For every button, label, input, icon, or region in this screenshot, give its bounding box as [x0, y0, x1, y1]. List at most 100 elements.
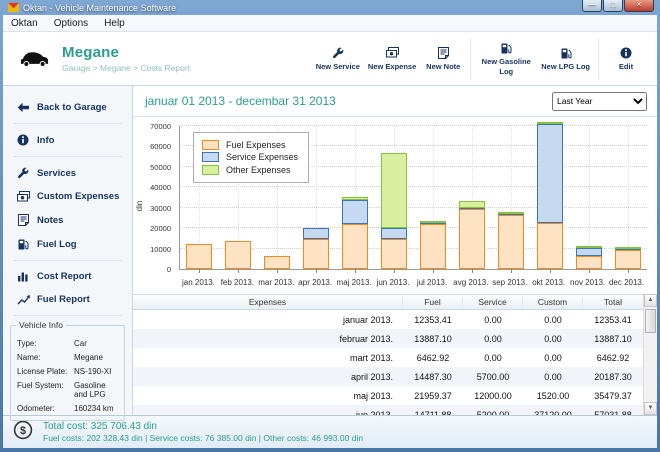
toolbar-button-new-note[interactable]: New Note — [420, 44, 466, 73]
bar-chart-icon — [16, 271, 30, 282]
y-tick-label: 40000 — [135, 183, 171, 192]
scroll-up-arrow[interactable]: ▲ — [644, 294, 657, 307]
sidebar-nav: Back to Garage Info Services Custom Expense… — [3, 96, 132, 311]
field-label: Type: — [17, 339, 74, 348]
menu-options[interactable]: Options — [46, 17, 96, 30]
grid-line — [180, 186, 647, 187]
cell-value: 12353.41 — [583, 315, 643, 325]
cell-value: 14487.30 — [403, 372, 463, 382]
y-tick-label: 10000 — [135, 245, 171, 254]
field-value: NS-190-XI — [74, 367, 111, 376]
toolbar-divider — [470, 39, 471, 79]
bar-segment-other-expenses-dec-2013 — [615, 247, 641, 249]
legend-swatch — [202, 152, 219, 162]
period-select[interactable]: Last Year — [552, 92, 647, 111]
y-tick-label: 60000 — [135, 142, 171, 151]
sidebar-divider — [13, 260, 122, 261]
close-button[interactable]: × — [624, 0, 654, 12]
app-window: Oktan - Vehicle Maintenance Software — □… — [0, 0, 660, 452]
table-row-maj-2013[interactable]: maj 2013.21959.3712000.001520.0035479.37 — [133, 386, 643, 405]
cell-value: 0.00 — [523, 353, 583, 363]
table-row-januar-2013[interactable]: januar 2013.12353.410.000.0012353.41 — [133, 310, 643, 329]
toolbar-button-edit[interactable]: Edit — [603, 44, 649, 73]
legend-entry-service-expenses: Service Expenses — [202, 152, 298, 162]
menu-help[interactable]: Help — [96, 17, 133, 30]
field-value: Car — [74, 339, 87, 348]
sidebar-item-custom-expenses[interactable]: Custom Expenses — [3, 185, 132, 208]
field-label: Name: — [17, 353, 74, 362]
sidebar-item-cost-report[interactable]: Cost Report — [3, 265, 132, 288]
bar-segment-fuel-expenses-sep-2013 — [498, 215, 524, 269]
sidebar-item-label: Services — [37, 168, 76, 179]
sidebar-item-services[interactable]: Services — [3, 161, 132, 185]
y-tick-label: 30000 — [135, 204, 171, 213]
cell-value: 0.00 — [523, 372, 583, 382]
cell-month: april 2013. — [133, 372, 403, 382]
window-controls: — □ × — [581, 0, 654, 12]
toolbar-button-new-lpg-log[interactable]: New LPG Log — [537, 44, 594, 73]
toolbar-button-label: Edit — [619, 62, 633, 71]
wrench-icon — [16, 167, 30, 179]
bar-segment-service-expenses-maj-2013 — [342, 200, 368, 225]
cell-value: 21959.37 — [403, 391, 463, 401]
maximize-button[interactable]: □ — [603, 0, 623, 12]
sidebar-item-fuel-report[interactable]: Fuel Report — [3, 288, 132, 311]
toolbar-button-new-gasoline-log[interactable]: New Gasoline Log — [475, 39, 537, 78]
report-header: januar 01 2013 - decembar 31 2013 Last Y… — [133, 86, 657, 117]
table-row-februar-2013[interactable]: februar 2013.13887.100.000.0013887.10 — [133, 329, 643, 348]
minimize-button[interactable]: — — [582, 0, 602, 12]
sidebar-item-notes[interactable]: Notes — [3, 208, 132, 232]
toolbar-button-label: New Note — [426, 62, 460, 71]
cell-month: maj 2013. — [133, 391, 403, 401]
column-header-service[interactable]: Service — [463, 297, 523, 307]
note-icon — [16, 214, 30, 226]
title-bar[interactable]: Oktan - Vehicle Maintenance Software — □… — [3, 0, 657, 15]
bar-segment-fuel-expenses-okt-2013 — [537, 223, 563, 269]
legend-entry-other-expenses: Other Expenses — [202, 165, 298, 175]
sidebar-item-label: Back to Garage — [37, 102, 107, 113]
menu-oktan[interactable]: Oktan — [3, 17, 46, 30]
sidebar-item-fuel-log[interactable]: Fuel Log — [3, 232, 132, 256]
column-header-fuel[interactable]: Fuel — [403, 297, 463, 307]
table-scrollbar[interactable]: ▲ ▼ — [643, 294, 657, 415]
toolbar: New ServiceNew Expense New Note New Gasoli… — [312, 39, 657, 79]
toolbar-button-label: New LPG Log — [541, 62, 590, 71]
sidebar: Back to Garage Info Services Custom Expense… — [3, 86, 133, 415]
column-header-expenses[interactable]: Expenses — [133, 297, 403, 307]
column-header-total[interactable]: Total — [583, 297, 643, 307]
toolbar-button-new-service[interactable]: New Service — [312, 44, 364, 73]
x-tick — [433, 269, 434, 273]
scroll-down-arrow[interactable]: ▼ — [644, 402, 657, 415]
svg-text:$: $ — [20, 425, 26, 437]
y-tick-label: 20000 — [135, 224, 171, 233]
scrollbar-thumb[interactable] — [645, 309, 656, 333]
field-label: Fuel System: — [17, 381, 74, 399]
cell-month: januar 2013. — [133, 315, 403, 325]
x-tick — [589, 269, 590, 273]
table-row-jun-2013[interactable]: jun 2013.14711.885200.0037120.0057031.88 — [133, 405, 643, 415]
cell-value: 1520.00 — [523, 391, 583, 401]
sidebar-divider — [13, 156, 122, 157]
car-icon — [19, 49, 50, 68]
column-header-custom[interactable]: Custom — [523, 297, 583, 307]
cell-value: 12353.41 — [403, 315, 463, 325]
sidebar-item-label: Notes — [37, 215, 63, 226]
bar-segment-fuel-expenses-maj-2013 — [342, 224, 368, 269]
grid-line — [180, 207, 647, 208]
table-row-april-2013[interactable]: april 2013.14487.305700.000.0020187.30 — [133, 367, 643, 386]
cell-month: februar 2013. — [133, 334, 403, 344]
toolbar-button-new-expense[interactable]: New Expense — [364, 44, 420, 73]
sidebar-item-back-to-garage[interactable]: Back to Garage — [3, 96, 132, 119]
cell-month: mart 2013. — [133, 353, 403, 363]
vehicle-info-title: Vehicle Info — [16, 320, 66, 330]
bar-segment-fuel-expenses-jan-2013 — [186, 244, 212, 269]
field-value: Gasoline and LPG — [74, 381, 118, 399]
legend-entry-fuel-expenses: Fuel Expenses — [202, 140, 298, 150]
expenses-table: ExpensesFuelServiceCustomTotal januar 20… — [133, 294, 657, 415]
x-tick — [472, 269, 473, 273]
table-row-mart-2013[interactable]: mart 2013.6462.920.000.006462.92 — [133, 348, 643, 367]
bar-segment-fuel-expenses-apr-2013 — [303, 239, 329, 269]
bar-segment-other-expenses-maj-2013 — [342, 197, 368, 200]
sidebar-item-label: Custom Expenses — [37, 191, 119, 202]
sidebar-item-info[interactable]: Info — [3, 128, 132, 152]
